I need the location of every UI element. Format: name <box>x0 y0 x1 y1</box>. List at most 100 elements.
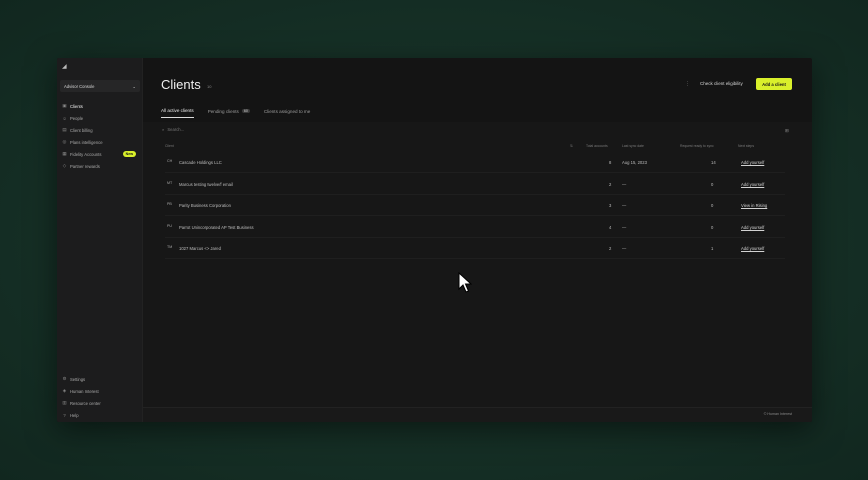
ready-to-sync: 0 <box>711 224 714 230</box>
search-icon: ⌕ <box>162 127 165 132</box>
sort-icon[interactable]: ⇅ <box>570 144 573 148</box>
client-name[interactable]: Marcus testing twelve/f email <box>179 182 233 187</box>
plans-icon: ◎ <box>62 139 67 144</box>
last-sync-date: — <box>622 203 627 208</box>
tab-clients-assigned-to-me[interactable]: Clients assigned to me <box>264 108 310 118</box>
ready-to-sync: 0 <box>711 203 714 208</box>
accounts-icon: ▦ <box>62 151 67 156</box>
search-placeholder: Search... <box>167 127 185 132</box>
client-avatar: PB <box>167 202 172 206</box>
help-icon: ? <box>63 412 66 418</box>
total-accounts: 3 <box>609 203 612 208</box>
last-sync-date: — <box>622 224 627 230</box>
next-step-action[interactable]: Add yourself <box>741 182 764 187</box>
clients-icon: ▣ <box>62 103 67 108</box>
next-step-action[interactable]: Add yourself <box>741 160 764 165</box>
workspace-switcher[interactable]: Advisor Console ⌄ <box>60 80 140 92</box>
new-badge: New <box>122 151 136 157</box>
col-last-sync[interactable]: Last sync date <box>622 144 644 148</box>
table-row[interactable]: MT Marcus testing twelve/f email 2 — 0 Add yo… <box>165 174 785 195</box>
footer-text: © Human Interest <box>763 412 792 416</box>
sidebar-item-partner-rewards[interactable]: ◇ Partner rewards <box>60 160 140 172</box>
clients-table: ⌕ Search... ⊞ Client ⇅ Total accounts La… <box>143 122 812 407</box>
sidebar-item-label: Client billing <box>70 127 93 133</box>
rewards-icon: ◇ <box>62 163 67 168</box>
next-step-action[interactable]: Add yourself <box>741 225 764 230</box>
people-icon: ☺ <box>62 115 67 121</box>
total-accounts: 2 <box>609 246 612 251</box>
tab-pending-clients[interactable]: Pending clients 60 <box>208 108 250 118</box>
check-eligibility-button[interactable]: Check client eligibility <box>700 81 743 86</box>
total-accounts: 8 <box>609 160 612 165</box>
footer: © Human Interest <box>143 407 812 422</box>
total-accounts: 2 <box>609 181 612 187</box>
table-row[interactable]: PU Parrot Unincorporated AP Test Business… <box>165 217 785 238</box>
total-accounts: 4 <box>609 224 612 230</box>
client-avatar: PU <box>167 223 172 228</box>
ready-to-sync: 0 <box>711 181 714 187</box>
sidebar-item-clients[interactable]: ▣ Clients <box>60 100 140 112</box>
ready-to-sync: 1 <box>711 246 714 251</box>
sidebar-item-help[interactable]: ? Help <box>60 409 140 421</box>
sidebar: ◢ Advisor Console ⌄ ▣ Clients ☺ People ▤ Clie… <box>57 58 143 422</box>
company-icon: ◈ <box>62 388 67 393</box>
main-content: Clients 10 ⋮ Check client eligibility Ad… <box>143 58 812 422</box>
tab-label: All active clients <box>161 108 194 113</box>
client-name[interactable]: 1027 Marcus <> Jared <box>179 246 221 251</box>
mouse-cursor-icon <box>458 272 472 293</box>
col-client[interactable]: Client <box>165 144 174 148</box>
table-row[interactable]: TM 1027 Marcus <> Jared 2 — 1 Add yourself <box>165 238 785 259</box>
sidebar-item-label: Clients <box>70 103 83 109</box>
sidebar-item-people[interactable]: ☺ People <box>60 112 140 124</box>
more-options-icon[interactable]: ⋮ <box>685 81 690 87</box>
sidebar-item-plans-intelligence[interactable]: ◎ Plans intelligence <box>60 136 140 148</box>
app-window: ◢ Advisor Console ⌄ ▣ Clients ☺ People ▤ Clie… <box>57 58 812 422</box>
table-row[interactable]: CH Cascade Holdings LLC 8 Aug 15, 2023 14 Add… <box>165 152 785 173</box>
sidebar-item-label: Resource center <box>70 400 101 406</box>
sidebar-item-label: Fidelity Accounts <box>70 151 102 157</box>
search-input[interactable]: ⌕ Search... <box>162 127 184 132</box>
sidebar-item-settings[interactable]: ⚙ Settings <box>60 373 140 385</box>
client-name[interactable]: Cascade Holdings LLC <box>179 160 222 165</box>
col-total-accounts[interactable]: Total accounts <box>586 144 608 148</box>
chevron-down-icon: ⌄ <box>132 83 136 89</box>
table-row[interactable]: PB Parity Business Corporation 3 — 0 View in … <box>165 195 785 216</box>
client-avatar: MT <box>167 180 173 185</box>
tab-bar: All active clients Pending clients 60 Clien… <box>161 108 310 118</box>
sidebar-item-client-billing[interactable]: ▤ Client billing <box>60 124 140 136</box>
sidebar-nav: ▣ Clients ☺ People ▤ Client billing ◎ Plans int… <box>60 100 140 172</box>
client-avatar: CH <box>167 159 173 163</box>
gear-icon: ⚙ <box>62 376 67 381</box>
next-step-action[interactable]: View in Rising <box>741 203 767 208</box>
last-sync-date: Aug 15, 2023 <box>622 160 647 165</box>
client-name[interactable]: Parrot Unincorporated AP Test Business <box>179 225 254 230</box>
sidebar-item-fidelity-accounts[interactable]: ▦ Fidelity Accounts New <box>60 148 140 160</box>
sidebar-item-label: Human Interest <box>70 388 99 394</box>
sidebar-item-label: Plans intelligence <box>70 139 103 145</box>
page-title: Clients <box>161 77 201 92</box>
last-sync-date: — <box>622 246 627 251</box>
book-icon: ▥ <box>62 400 67 405</box>
last-sync-date: — <box>622 181 627 187</box>
client-name[interactable]: Parity Business Corporation <box>179 203 231 208</box>
tab-label: Pending clients <box>207 108 239 114</box>
client-avatar: TM <box>167 245 173 249</box>
table-header: Client ⇅ Total accounts Last sync date R… <box>165 144 785 151</box>
tab-all-active-clients[interactable]: All active clients <box>161 108 194 118</box>
sidebar-item-label: Settings <box>70 376 86 382</box>
sidebar-item-resource-center[interactable]: ▥ Resource center <box>60 397 140 409</box>
sidebar-item-label: People <box>70 115 84 121</box>
sidebar-item-human-interest[interactable]: ◈ Human Interest <box>60 385 140 397</box>
logo-icon: ◢ <box>62 64 67 70</box>
next-step-action[interactable]: Add yourself <box>741 246 764 251</box>
filter-icon[interactable]: ⊞ <box>785 128 789 134</box>
add-client-button[interactable]: Add a client <box>756 78 792 90</box>
billing-icon: ▤ <box>62 127 67 132</box>
col-ready-to-sync[interactable]: Request ready to sync <box>680 144 714 148</box>
sidebar-bottom-nav: ⚙ Settings ◈ Human Interest ▥ Resource center… <box>60 373 140 421</box>
sidebar-item-label: Partner rewards <box>70 163 100 169</box>
client-count: 10 <box>207 84 212 89</box>
workspace-label: Advisor Console <box>64 83 95 89</box>
col-next-steps[interactable]: Next steps <box>738 144 754 148</box>
ready-to-sync: 14 <box>711 160 716 165</box>
